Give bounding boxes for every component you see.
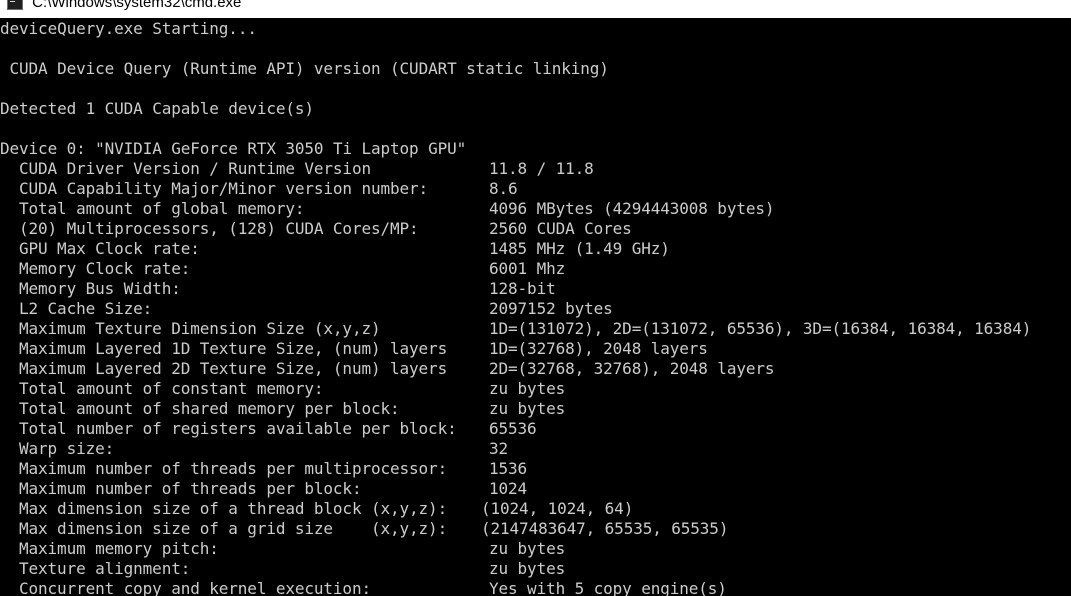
property-value: 8.6: [489, 179, 518, 198]
property-row: Memory Clock rate: 6001 Mhz: [0, 259, 1071, 279]
detected-devices-line: Detected 1 CUDA Capable device(s): [0, 99, 314, 118]
property-value: 2097152 bytes: [489, 299, 613, 318]
property-value: 32: [489, 439, 509, 458]
property-row: Concurrent copy and kernel execution: Ye…: [0, 579, 1071, 596]
property-label: Memory Bus Width:: [19, 279, 181, 298]
property-row: Maximum Layered 2D Texture Size, (num) l…: [0, 359, 1071, 379]
device-name-line: Device 0: "NVIDIA GeForce RTX 3050 Ti La…: [0, 139, 467, 158]
property-row: Maximum number of threads per multiproce…: [0, 459, 1071, 479]
property-value: 1D=(131072), 2D=(131072, 65536), 3D=(163…: [489, 319, 1032, 338]
query-header-line: CUDA Device Query (Runtime API) version …: [0, 59, 609, 78]
property-row: Maximum memory pitch: zu bytes: [0, 539, 1071, 559]
window-title: C:\Windows\system32\cmd.exe: [32, 0, 242, 11]
property-row: Max dimension size of a thread block (x,…: [0, 499, 1071, 519]
property-label: Maximum Layered 2D Texture Size, (num) l…: [19, 359, 448, 378]
property-row: Total number of registers available per …: [0, 419, 1071, 439]
property-row: Maximum Texture Dimension Size (x,y,z) 1…: [0, 319, 1071, 339]
property-label: CUDA Driver Version / Runtime Version: [19, 159, 371, 178]
property-value: 4096 MBytes (4294443008 bytes): [489, 199, 775, 218]
property-label: L2 Cache Size:: [19, 299, 153, 318]
property-row: Maximum Layered 1D Texture Size, (num) l…: [0, 339, 1071, 359]
property-value: Yes with 5 copy engine(s): [489, 579, 727, 596]
property-value: zu bytes: [489, 379, 566, 398]
window-title-bar[interactable]: C:\Windows\system32\cmd.exe: [0, 0, 1071, 18]
property-label: Total amount of shared memory per block:: [19, 399, 400, 418]
property-value: 1D=(32768), 2048 layers: [489, 339, 708, 358]
property-label: GPU Max Clock rate:: [19, 239, 200, 258]
property-row: CUDA Capability Major/Minor version numb…: [0, 179, 1071, 199]
property-label: CUDA Capability Major/Minor version numb…: [19, 179, 429, 198]
property-row: Texture alignment: zu bytes: [0, 559, 1071, 579]
property-label: Concurrent copy and kernel execution:: [19, 579, 371, 596]
property-row: L2 Cache Size: 2097152 bytes: [0, 299, 1071, 319]
command-prompt-window[interactable]: C:\Windows\system32\cmd.exe deviceQuery.…: [0, 0, 1071, 596]
property-label: Memory Clock rate:: [19, 259, 191, 278]
console-window-icon: [7, 0, 23, 10]
property-label: Total amount of global memory:: [19, 199, 305, 218]
property-row: Total amount of constant memory: zu byte…: [0, 379, 1071, 399]
property-label: Maximum Texture Dimension Size (x,y,z): [19, 319, 381, 338]
property-label: Maximum number of threads per multiproce…: [19, 459, 448, 478]
property-row: Total amount of shared memory per block:…: [0, 399, 1071, 419]
property-value: 65536: [489, 419, 537, 438]
property-value: 128-bit: [489, 279, 556, 298]
property-value: 11.8 / 11.8: [489, 159, 594, 178]
property-row: Maximum number of threads per block: 102…: [0, 479, 1071, 499]
property-label: Texture alignment:: [19, 559, 191, 578]
property-row: CUDA Driver Version / Runtime Version 11…: [0, 159, 1071, 179]
console-output[interactable]: deviceQuery.exe Starting... CUDA Device …: [0, 18, 1071, 596]
property-label: Maximum Layered 1D Texture Size, (num) l…: [19, 339, 448, 358]
property-label: Total number of registers available per …: [19, 419, 457, 438]
property-label: Total amount of constant memory:: [19, 379, 324, 398]
property-row: (20) Multiprocessors, (128) CUDA Cores/M…: [0, 219, 1071, 239]
property-label: Max dimension size of a thread block (x,…: [19, 499, 448, 518]
property-row: GPU Max Clock rate: 1485 MHz (1.49 GHz): [0, 239, 1071, 259]
property-value: zu bytes: [489, 559, 566, 578]
property-value: zu bytes: [489, 539, 566, 558]
property-label: Maximum memory pitch:: [19, 539, 219, 558]
property-value: 2D=(32768, 32768), 2048 layers: [489, 359, 775, 378]
property-value: 1536: [489, 459, 528, 478]
starting-line: deviceQuery.exe Starting...: [0, 19, 257, 38]
property-value: 1024: [489, 479, 528, 498]
property-row: Max dimension size of a grid size (x,y,z…: [0, 519, 1071, 539]
property-value: 2560 CUDA Cores: [489, 219, 632, 238]
property-value: (1024, 1024, 64): [481, 499, 634, 518]
property-label: Maximum number of threads per block:: [19, 479, 362, 498]
property-label: Max dimension size of a grid size (x,y,z…: [19, 519, 448, 538]
property-row: Total amount of global memory: 4096 MByt…: [0, 199, 1071, 219]
property-value: (2147483647, 65535, 65535): [481, 519, 729, 538]
property-label: (20) Multiprocessors, (128) CUDA Cores/M…: [19, 219, 419, 238]
property-row: Memory Bus Width: 128-bit: [0, 279, 1071, 299]
property-value: zu bytes: [489, 399, 566, 418]
property-label: Warp size:: [19, 439, 115, 458]
property-value: 1485 MHz (1.49 GHz): [489, 239, 670, 258]
property-row: Warp size: 32: [0, 439, 1071, 459]
property-value: 6001 Mhz: [489, 259, 566, 278]
